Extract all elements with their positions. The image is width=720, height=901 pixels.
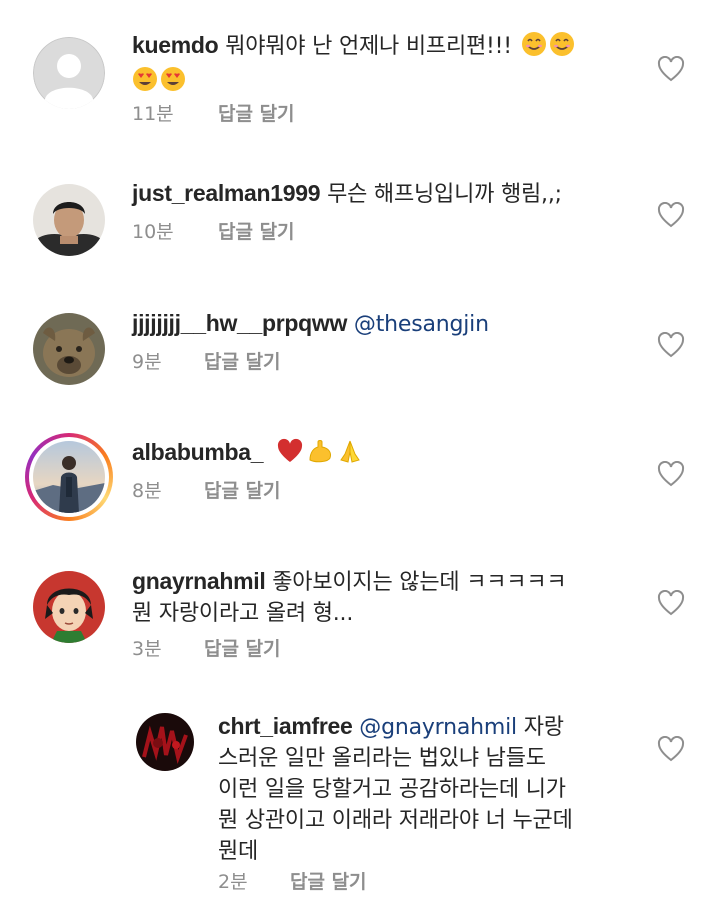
like-heart-icon[interactable] [657,332,685,358]
comment-text: gnayrnahmil 좋아보이지는 않는데 ㅋㅋㅋㅋㅋ 뭔 자랑이라고 올려 … [132,566,632,629]
flexed-biceps-icon [306,438,334,473]
comment-body-line5: 뭔데 [218,839,259,864]
avatar[interactable] [33,441,105,513]
default-profile-icon [33,37,105,109]
like-heart-icon[interactable] [657,461,685,487]
comment-text: kuemdo 뭐야뭐야 난 언제나 비프리편!!! [132,30,632,101]
avatar[interactable] [33,184,105,256]
comment-body: 자랑 [523,715,564,740]
comment-time: 9분 [132,351,162,373]
smiling-face-icon [549,31,575,66]
comment-time: 3분 [132,638,162,660]
comment-body-line2: 뭔 자랑이라고 올려 형... [132,601,354,626]
comment-username[interactable]: just_realman1999 [132,180,321,206]
smiling-face-icon [521,31,547,66]
like-heart-icon[interactable] [657,56,685,82]
comment-text: albabumba_ [132,437,632,473]
red-heart-icon [276,438,304,473]
comment-meta: 10분 답글 달기 [132,220,295,244]
comment-meta: 8분 답글 달기 [132,479,281,503]
like-heart-icon[interactable] [657,736,685,762]
comment-time: 2분 [218,871,248,893]
reply-button[interactable]: 답글 달기 [204,480,281,502]
folded-hands-icon [336,438,364,473]
comment-body-line3: 이런 일을 당할거고 공감하라는데 니가 [218,777,566,802]
comment-body: 무슨 해프닝입니까 행림,,; [327,182,562,207]
like-heart-icon[interactable] [657,590,685,616]
comment-meta: 11분 답글 달기 [132,102,295,126]
comment-time: 11분 [132,103,174,125]
comment-text: jjjjjjjj__hw__prpqww @thesangjin [132,308,632,340]
comment-username[interactable]: kuemdo [132,32,219,58]
comment-username[interactable]: gnayrnahmil [132,568,266,594]
heart-eyes-face-icon [132,66,158,101]
heart-eyes-face-icon [160,66,186,101]
comment-username[interactable]: jjjjjjjj__hw__prpqww [132,310,347,336]
comment-username[interactable]: chrt_iamfree [218,713,353,739]
comment-body-line2: 스러운 일만 올리라는 법있냐 남들도 [218,746,546,771]
reply-button[interactable]: 답글 달기 [204,638,281,660]
profile-photo-dog [33,313,105,385]
reply-button[interactable]: 답글 달기 [290,871,367,893]
comment-text: just_realman1999 무슨 해프닝입니까 행림,,; [132,178,632,210]
comment-time: 8분 [132,480,162,502]
comment-meta: 9분 답글 달기 [132,350,281,374]
avatar[interactable] [33,37,105,109]
comment-username[interactable]: albabumba_ [132,439,264,465]
profile-photo-young-man [33,184,105,256]
comment-body: 좋아보이지는 않는데 ㅋㅋㅋㅋㅋ [272,570,567,595]
avatar[interactable] [33,313,105,385]
avatar[interactable] [136,713,194,771]
reply-button[interactable]: 답글 달기 [218,221,295,243]
profile-dark-red-art [136,713,194,771]
avatar[interactable] [33,571,105,643]
mention-link[interactable]: @gnayrnahmil [359,715,517,740]
profile-photo-hiker [33,441,105,513]
reply-button[interactable]: 답글 달기 [204,351,281,373]
like-heart-icon[interactable] [657,202,685,228]
reply-button[interactable]: 답글 달기 [218,103,295,125]
comment-text: chrt_iamfree @gnayrnahmil 자랑 스러운 일만 올리라는… [218,711,638,867]
comment-body-line4: 뭔 상관이고 이래라 저래라야 너 누군데 [218,808,573,833]
comment-list: kuemdo 뭐야뭐야 난 언제나 비프리편!!! 11분 답글 달기 just… [0,0,720,901]
comment-meta: 3분 답글 달기 [132,637,281,661]
comment-body: 뭐야뭐야 난 언제나 비프리편!!! [225,34,512,59]
comment-meta: 2분 답글 달기 [218,870,367,894]
mention-link[interactable]: @thesangjin [354,312,489,337]
comment-time: 10분 [132,221,174,243]
profile-anime-character [33,571,105,643]
